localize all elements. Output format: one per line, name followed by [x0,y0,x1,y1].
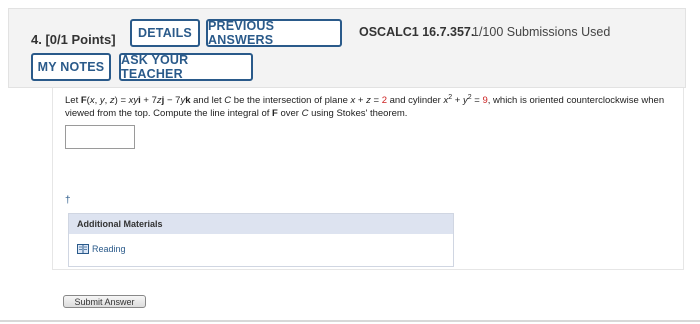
plane-value: 2 [381,95,387,106]
source-code: OSCALC1 16.7.357. [359,25,475,39]
question-points: 4. [0/1 Points] [31,32,116,47]
problem-text: Let F(x, y, z) = xyi + 7zj − 7yk and let… [65,93,665,119]
book-icon [77,244,89,254]
additional-materials-title: Additional Materials [69,214,453,234]
ask-teacher-button[interactable]: ASK YOUR TEACHER [119,53,253,81]
reading-link[interactable]: Reading [77,244,126,254]
previous-answers-button[interactable]: PREVIOUS ANSWERS [206,19,342,47]
submissions-used: 1/100 Submissions Used [472,25,611,39]
additional-materials-panel: Additional Materials Reading [68,213,454,267]
question-header: 4. [0/1 Points] DETAILS PREVIOUS ANSWERS… [8,8,686,88]
my-notes-button[interactable]: MY NOTES [31,53,111,81]
bottom-divider [0,320,700,322]
answer-input[interactable] [65,125,135,149]
submit-answer-button[interactable]: Submit Answer [63,295,146,308]
details-button[interactable]: DETAILS [130,19,200,47]
dagger-marker: † [65,195,71,206]
cylinder-value: 9 [482,95,488,106]
reading-label[interactable]: Reading [92,244,126,254]
